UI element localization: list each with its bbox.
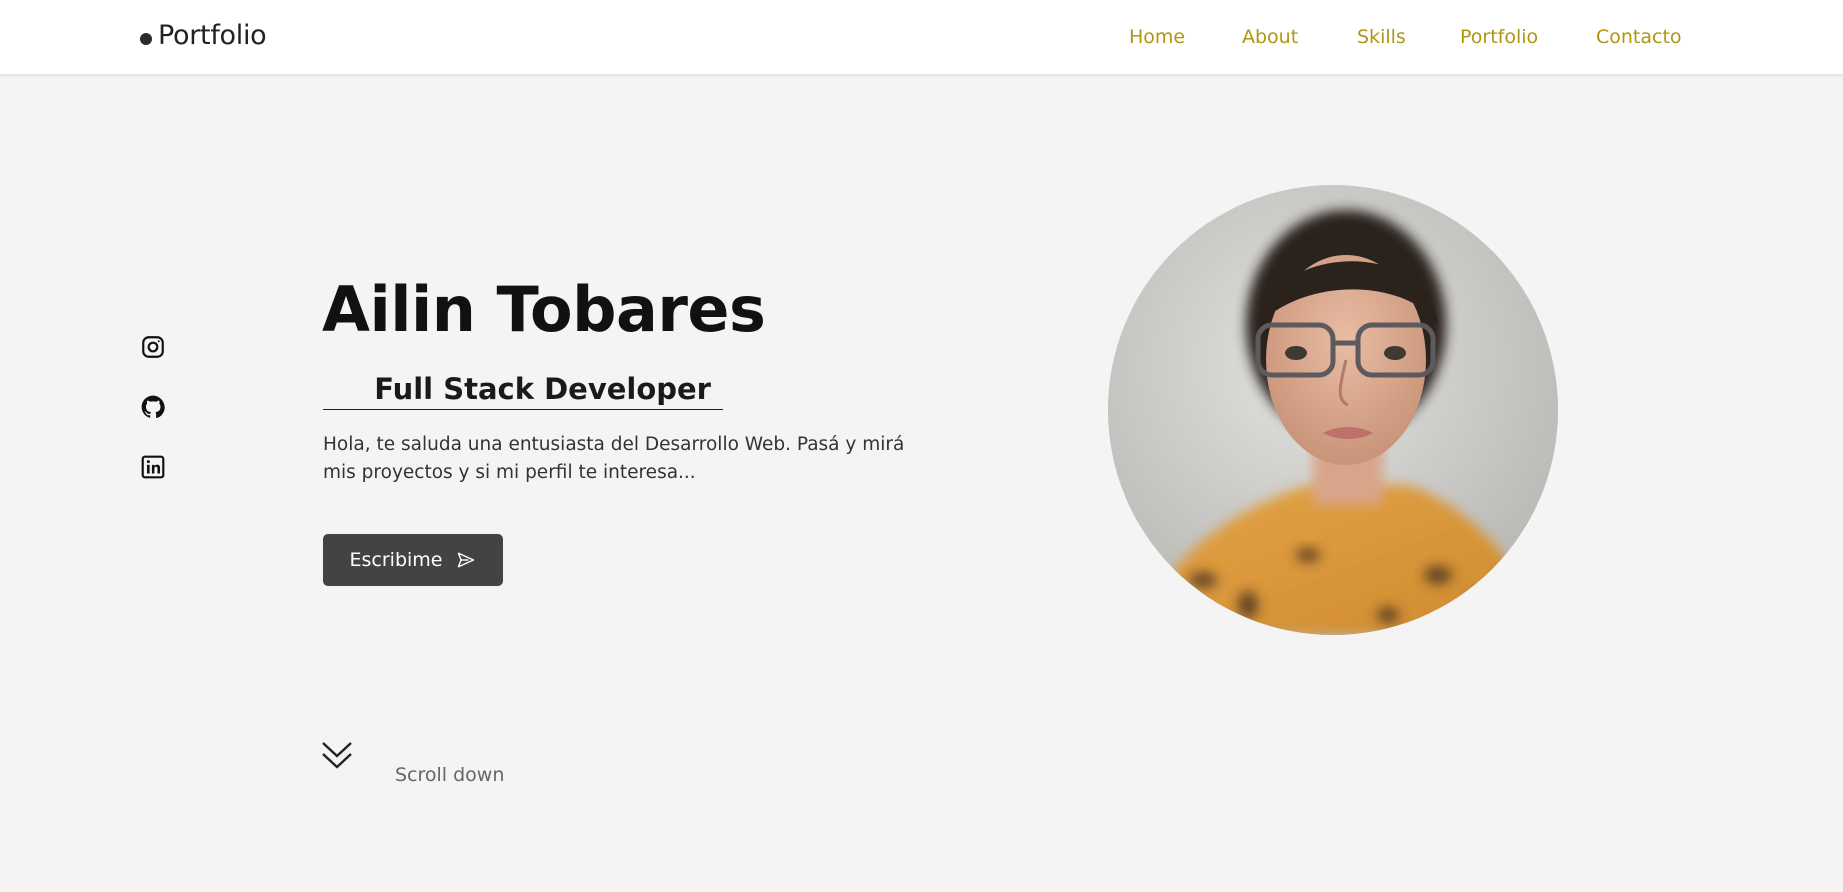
nav-about[interactable]: About: [1242, 26, 1298, 48]
nav-contacto[interactable]: Contacto: [1596, 26, 1682, 48]
send-icon: [456, 550, 476, 570]
github-icon[interactable]: [140, 394, 166, 420]
nav-skills[interactable]: Skills: [1357, 26, 1406, 48]
hero-intro: Hola, te saluda una entusiasta del Desar…: [323, 434, 905, 483]
hero-name: Ailin Tobares: [322, 273, 766, 346]
hero-role: Full Stack Developer: [323, 370, 723, 410]
instagram-icon[interactable]: [140, 334, 166, 360]
cta-label: Escribime: [349, 549, 443, 571]
scroll-down-label[interactable]: Scroll down: [395, 764, 504, 786]
nav-portfolio[interactable]: Portfolio: [1460, 26, 1538, 48]
profile-photo: [1108, 185, 1558, 635]
linkedin-icon[interactable]: [140, 454, 166, 480]
site-header: Portfolio Home About Skills Portfolio Co…: [0, 0, 1843, 74]
double-chevron-down-icon[interactable]: [320, 740, 354, 772]
escribime-button[interactable]: Escribime: [323, 534, 503, 586]
main-nav: Home About Skills Portfolio Contacto: [0, 26, 1843, 52]
nav-home[interactable]: Home: [1129, 26, 1185, 48]
